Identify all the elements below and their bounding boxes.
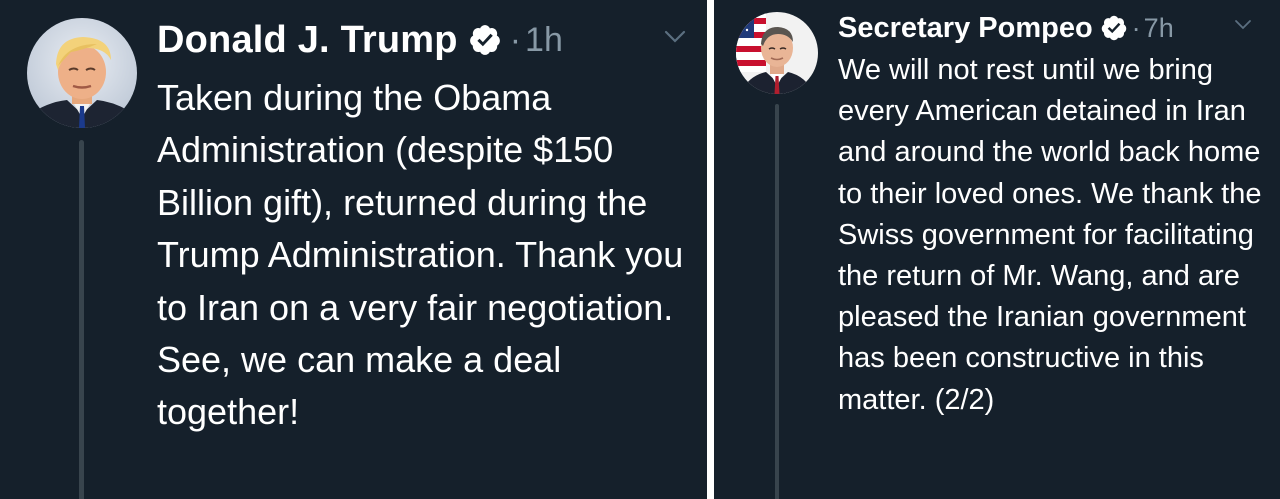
tweet-header: Donald J. Trump · 1h bbox=[157, 16, 563, 64]
chevron-down-icon[interactable] bbox=[1234, 19, 1252, 30]
screenshot-stage: Donald J. Trump · 1h Taken during the Ob… bbox=[0, 0, 1280, 499]
verified-badge-icon bbox=[1100, 14, 1128, 42]
portrait-avatar-icon bbox=[27, 18, 137, 128]
tweet-card-pompeo[interactable]: Secretary Pompeo · 7h We will not rest u… bbox=[714, 0, 1280, 499]
author-name[interactable]: Secretary Pompeo bbox=[838, 12, 1093, 45]
thread-line bbox=[79, 140, 84, 499]
avatar[interactable] bbox=[736, 12, 818, 94]
separator-dot: · bbox=[1131, 12, 1141, 43]
tweet-card-trump[interactable]: Donald J. Trump · 1h Taken during the Ob… bbox=[0, 0, 707, 499]
chevron-down-icon[interactable] bbox=[664, 30, 686, 44]
separator-dot: · bbox=[509, 20, 522, 59]
timestamp[interactable]: 1h bbox=[525, 21, 563, 60]
thread-line bbox=[775, 104, 779, 499]
tweet-header: Secretary Pompeo · 7h bbox=[838, 6, 1174, 50]
author-name[interactable]: Donald J. Trump bbox=[157, 19, 458, 62]
tweet-text: We will not rest until we bring every Am… bbox=[838, 54, 1262, 416]
timestamp[interactable]: 7h bbox=[1144, 13, 1174, 44]
portrait-with-flag-avatar-icon bbox=[736, 12, 818, 94]
verified-badge-icon bbox=[468, 23, 502, 57]
tweet-text: Taken during the Obama Administration (d… bbox=[157, 77, 684, 433]
avatar[interactable] bbox=[27, 18, 137, 128]
